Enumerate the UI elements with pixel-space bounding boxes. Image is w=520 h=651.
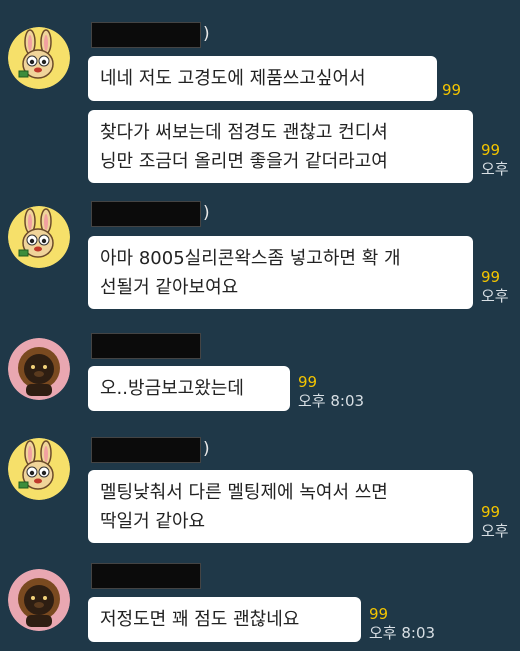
message-time: 오후 8:03 (298, 392, 365, 410)
unread-count: 99 (481, 268, 501, 286)
unread-count: 99 (481, 141, 501, 159)
message-meta: 99 오후 (481, 141, 509, 179)
sender-name-redacted (91, 437, 201, 463)
message-bubble[interactable]: 네네 저도 고경도에 제품쓰고싶어서 (88, 56, 437, 101)
message-meta: 99 오후 (481, 503, 509, 541)
sender-avatar[interactable] (8, 27, 70, 89)
sender-avatar[interactable] (8, 438, 70, 500)
sender-name-tail: ) (203, 203, 210, 223)
message-time: 오후 (481, 287, 509, 305)
sender-avatar[interactable] (8, 569, 70, 631)
unread-count: 99 (481, 503, 501, 521)
sender-name-redacted (91, 333, 201, 359)
sender-name-redacted (91, 201, 201, 227)
sender-name-tail: ) (203, 24, 210, 44)
message-time: 오후 (481, 160, 509, 178)
unread-count: 99 (442, 81, 462, 99)
message-bubble[interactable]: 저정도면 꽤 점도 괜찮네요 (88, 597, 361, 642)
sender-avatar[interactable] (8, 206, 70, 268)
message-meta: 99 오후 8:03 (369, 605, 435, 643)
sender-name-redacted (91, 22, 201, 48)
message-meta: 99 (442, 81, 461, 100)
message-bubble[interactable]: 찾다가 써보는데 점경도 괜찮고 컨디셔 닝만 조금더 올리면 좋을거 같더라고… (88, 110, 473, 183)
rabbit-character-icon (8, 27, 70, 89)
message-bubble[interactable]: 아마 8005실리콘왁스좀 넣고하면 확 개 선될거 같아보여요 (88, 236, 473, 309)
unread-count: 99 (298, 373, 318, 391)
rabbit-character-icon (8, 206, 70, 268)
rabbit-character-icon (8, 438, 70, 500)
message-meta: 99 오후 8:03 (298, 373, 364, 411)
message-bubble[interactable]: 멜팅낮춰서 다른 멜팅제에 녹여서 쓰면 딱일거 같아요 (88, 470, 473, 543)
message-time: 오후 (481, 522, 509, 540)
lion-character-icon (8, 569, 70, 631)
unread-count: 99 (369, 605, 389, 623)
sender-avatar[interactable] (8, 338, 70, 400)
message-time: 오후 8:03 (369, 624, 436, 642)
message-bubble[interactable]: 오..방금보고왔는데 (88, 366, 290, 411)
lion-character-icon (8, 338, 70, 400)
sender-name-tail: ) (203, 439, 210, 459)
message-meta: 99 오후 (481, 268, 509, 306)
sender-name-redacted (91, 563, 201, 589)
